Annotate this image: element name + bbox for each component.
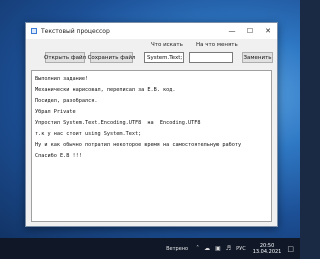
- maximize-icon: ☐: [246, 27, 254, 35]
- editor-line: Механически нарисовал, переписал за Е.В.…: [35, 87, 176, 93]
- replace-button[interactable]: Заменить: [242, 52, 273, 63]
- editor-line: т.к у нас стоит using System.Text;: [35, 131, 142, 137]
- toolbar: Что искать На что менять Открыть файл Со…: [26, 39, 277, 69]
- notification-icon[interactable]: □: [287, 245, 294, 253]
- editor-line: Выполнил задание!: [35, 76, 89, 82]
- taskbar: Ветрено ˄ ☁ ▣ ♬ РУС 20:50 13.04.2021 □: [0, 238, 300, 259]
- text-editor[interactable]: Выполнил задание! Механически нарисовал,…: [31, 70, 272, 222]
- app-window: Текстовый процессор — ☐ ✕ Что искать На …: [25, 22, 278, 227]
- weather-widget[interactable]: Ветрено: [166, 246, 188, 252]
- chevron-up-icon[interactable]: ˄: [196, 245, 199, 252]
- editor-line: Спасибо Е.В !!!: [35, 153, 82, 159]
- replace-label: На что менять: [196, 42, 238, 48]
- title-bar[interactable]: Текстовый процессор — ☐ ✕: [26, 23, 277, 39]
- editor-line: Ну и как обычно потратил некоторое время…: [35, 142, 242, 148]
- language-indicator[interactable]: РУС: [236, 246, 246, 252]
- minimize-button[interactable]: —: [223, 23, 241, 39]
- find-label: Что искать: [151, 42, 183, 48]
- replace-input[interactable]: [189, 52, 233, 63]
- save-file-button[interactable]: Сохранить файл: [88, 52, 135, 63]
- window-title: Текстовый процессор: [41, 27, 110, 35]
- find-input[interactable]: System.Text;: [144, 52, 184, 63]
- editor-line: Упростил System.Text.Encoding.UTF8 на En…: [35, 120, 201, 126]
- network-icon[interactable]: ▣: [215, 245, 221, 252]
- close-button[interactable]: ✕: [259, 23, 277, 39]
- window-controls: — ☐ ✕: [223, 23, 277, 39]
- app-icon: [31, 28, 37, 34]
- open-file-button[interactable]: Открыть файл: [44, 52, 86, 63]
- maximize-button[interactable]: ☐: [241, 23, 259, 39]
- system-tray: Ветрено ˄ ☁ ▣ ♬ РУС 20:50 13.04.2021 □: [166, 238, 294, 259]
- editor-line: Посидел, разобрался.: [35, 98, 98, 104]
- cloud-icon[interactable]: ☁: [204, 245, 210, 252]
- close-icon: ✕: [265, 27, 271, 35]
- clock[interactable]: 20:50 13.04.2021: [253, 243, 282, 255]
- editor-line: Убрал Private: [35, 109, 76, 115]
- minimize-icon: —: [228, 27, 236, 35]
- clock-date: 13.04.2021: [252, 248, 282, 255]
- volume-icon[interactable]: ♬: [226, 245, 231, 252]
